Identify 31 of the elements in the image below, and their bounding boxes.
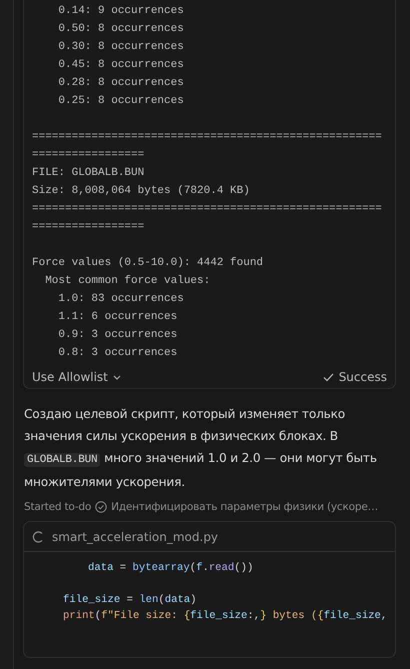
output-line: 0.30: 8 occurrences [57, 40, 185, 55]
check-circle-icon [95, 501, 108, 513]
chevron-down-icon [112, 374, 121, 380]
output-line: FILE: GLOBALB.BUN [32, 166, 146, 181]
output-line: Most common force values: [44, 274, 212, 289]
output-line: 0.8: 3 occurrences [57, 346, 178, 361]
check-icon [322, 372, 334, 382]
code-line: data = bytearray(f.read()) [88, 562, 254, 574]
output-line: ===================================================== [32, 202, 383, 217]
spinner-icon [32, 530, 44, 542]
file-name: smart_acceleration_mod.py [52, 530, 218, 544]
assistant-message: Создаю целевой скрипт, который изменяет только значения силы ускорения в физических блоках. В GLOBALB.BUN много значений 1.0 и 2.0 — они могут быть множителями ускорения. [24, 406, 378, 491]
output-line: 0.14: 9 occurrences [57, 4, 185, 19]
output-line: 0.45: 8 occurrences [57, 58, 185, 73]
code-line: file_size = len(data) [63, 594, 197, 606]
code-line: print(f"File size: {file_size:,} bytes ({file_size, [63, 610, 388, 622]
output-line: ===================================================== [32, 130, 383, 145]
status-text: Success [338, 370, 387, 384]
output-line: Size: 8,008,064 bytes (7820.4 KB) [32, 184, 251, 199]
output-line: 0.28: 8 occurrences [57, 76, 185, 91]
todo-text: Идентифицировать параметры физики (ускоре… [111, 501, 378, 513]
output-line: ================= [32, 220, 146, 235]
todo-label: Started to-do [24, 501, 92, 513]
output-line: 0.25: 8 occurrences [57, 94, 185, 109]
output-line: 1.1: 6 occurrences [57, 310, 178, 325]
output-line: ================= [32, 148, 146, 163]
allowlist-dropdown[interactable]: Use Allowlist [32, 370, 121, 384]
output-line: 0.50: 8 occurrences [57, 22, 185, 37]
output-line: 0.9: 3 occurrences [57, 328, 178, 343]
output-line: 1.0: 83 occurrences [57, 292, 185, 307]
output-line: Force values (0.5-10.0): 4442 found [32, 256, 264, 271]
